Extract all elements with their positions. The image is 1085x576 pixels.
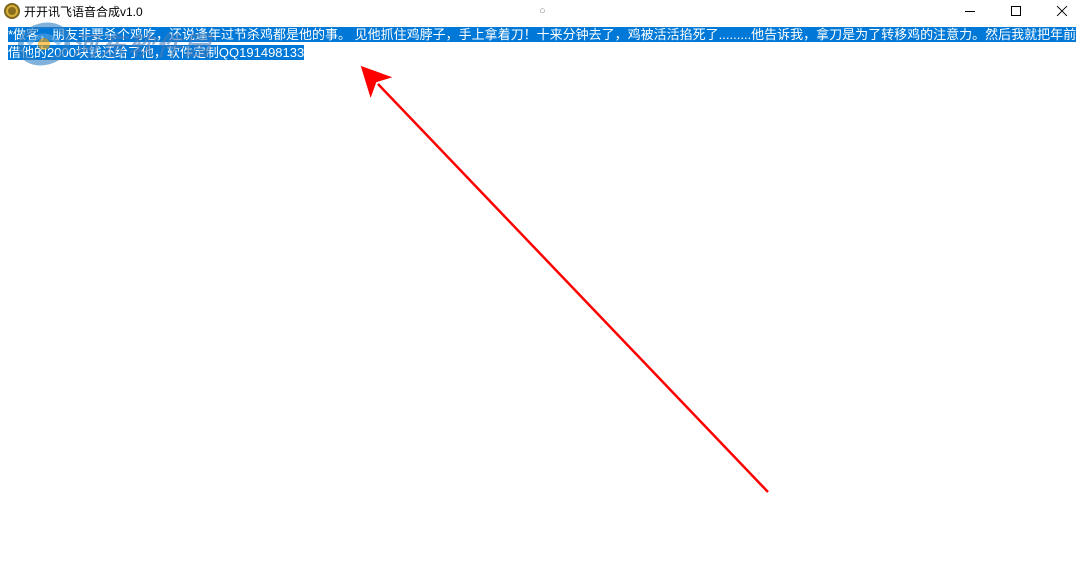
maximize-button[interactable]: [993, 0, 1039, 22]
app-icon: [4, 3, 20, 19]
window-title: 开开讯飞语音合成v1.0: [24, 3, 143, 20]
titlebar-left: 开开讯飞语音合成v1.0: [4, 3, 143, 20]
minimize-button[interactable]: [947, 0, 993, 22]
content-area[interactable]: *做客，朋友非要杀个鸡吃，还说逢年过节杀鸡都是他的事。 见他抓住鸡脖子，手上拿着…: [0, 22, 1085, 576]
app-window: 开开讯飞语音合成v1.0 ○ *做客，朋友非要杀个鸡吃，还说逢年过节杀鸡都是他的…: [0, 0, 1085, 576]
maximize-icon: [1011, 6, 1021, 16]
minimize-icon: [965, 11, 975, 12]
titlebar-center-indicator: ○: [539, 5, 546, 17]
close-button[interactable]: [1039, 0, 1085, 22]
titlebar[interactable]: 开开讯飞语音合成v1.0 ○: [0, 0, 1085, 22]
annotation-arrow: [0, 22, 1085, 576]
close-icon: [1056, 5, 1068, 17]
window-controls: [947, 0, 1085, 22]
selected-text-content[interactable]: *做客，朋友非要杀个鸡吃，还说逢年过节杀鸡都是他的事。 见他抓住鸡脖子，手上拿着…: [8, 27, 1076, 60]
